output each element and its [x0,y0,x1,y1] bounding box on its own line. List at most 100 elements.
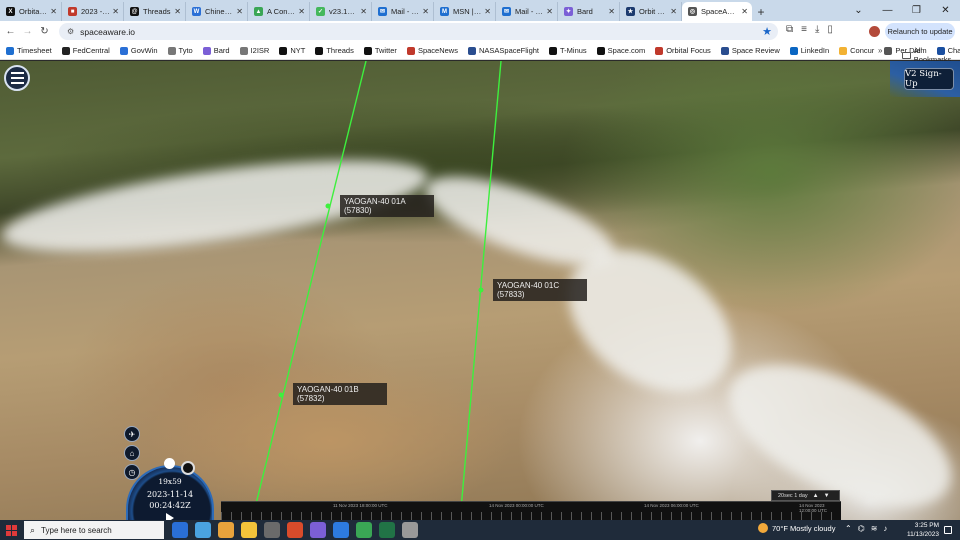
side-panel-icon[interactable]: ▯ [827,24,833,35]
bookmark-item[interactable]: T-Minus [549,46,587,55]
browser-tab[interactable]: @ Threads ✕ [124,2,186,21]
network-icon[interactable]: ⌬ [858,524,865,533]
browser-tab[interactable]: X Orbital Focu✕ [0,2,62,21]
tab-close-icon[interactable]: ✕ [298,7,305,16]
play-icon[interactable] [166,513,174,520]
browser-tab[interactable]: ★ Orbit Data✕ [620,2,682,21]
bookmark-item[interactable]: Space.com [596,46,645,55]
close-window-button[interactable]: ✕ [931,0,960,21]
browser-tab[interactable]: M MSN | Outlo✕ [434,2,496,21]
tab-close-icon[interactable]: ✕ [608,7,615,16]
bookmark-item[interactable]: FedCentral [61,46,110,55]
taskbar-app-icon[interactable] [264,522,280,538]
speed-up-icon[interactable]: ▲ [813,493,819,499]
tab-close-icon[interactable]: ✕ [484,7,491,16]
tab-close-icon[interactable]: ✕ [546,7,553,16]
bookmark-item[interactable]: Tyto [167,46,193,55]
satellite-tool-icon[interactable]: ✈ [124,426,140,442]
tab-close-icon[interactable]: ✕ [112,7,119,16]
taskbar-app-icon[interactable] [195,522,211,538]
extensions-icon[interactable]: ⧉ [786,24,793,35]
tray-overflow-icon[interactable]: ⌃ [845,524,852,533]
tab-close-icon[interactable]: ✕ [174,7,181,16]
bookmark-item[interactable]: NASASpaceFlight [467,46,539,55]
browser-tab[interactable]: ✦ Bard ✕ [558,2,620,21]
bookmark-item[interactable]: Concur [839,46,874,55]
tab-close-icon[interactable]: ✕ [741,7,748,16]
tab-close-icon[interactable]: ✕ [422,7,429,16]
main-menu-button[interactable] [4,65,30,91]
taskbar-app-icon[interactable] [379,522,395,538]
bookmark-item[interactable]: Orbital Focus [655,46,711,55]
satellite-label-01a[interactable]: YAOGAN-40 01A (57830) [340,195,434,217]
bookmark-favicon-icon [884,46,893,55]
bookmark-star-icon[interactable]: ★ [762,25,772,38]
taskbar-app-icon[interactable] [402,522,418,538]
satellite-label-01b[interactable]: YAOGAN-40 01B (57832) [293,383,387,405]
bookmarks-overflow-button[interactable]: » [878,46,882,55]
start-button[interactable] [0,520,22,540]
bookmark-item[interactable]: Space Review [720,46,780,55]
browser-tab[interactable]: ✉ Mail - Greg✕ [372,2,434,21]
tab-favicon-icon: M [440,7,449,16]
tab-close-icon[interactable]: ✕ [670,7,677,16]
relaunch-button[interactable]: Relaunch to update [885,23,955,40]
wifi-icon[interactable]: ≋ [871,524,878,533]
maximize-button[interactable]: ❐ [902,0,931,21]
time-dial-knob[interactable] [164,458,175,469]
bookmark-item[interactable]: LinkedIn [789,46,829,55]
weather-widget[interactable]: 70°F Mostly cloudy [758,523,835,533]
notification-icon[interactable] [944,526,952,534]
taskbar-app-icon[interactable] [333,522,349,538]
globe-viewport[interactable]: V2 Sign-Up YAOGAN-40 01A (57830) YAOGAN-… [0,61,960,520]
taskbar-search-input[interactable]: ⌕ Type here to search [24,521,164,539]
windows-logo-icon [5,524,11,530]
taskbar-app-icon[interactable] [241,522,257,538]
bookmark-item[interactable]: Threads [315,46,354,55]
back-arrow-icon[interactable]: ← [4,26,17,37]
home-icon[interactable]: ⌂ [124,445,140,461]
bookmark-item[interactable]: I2ISR [239,46,269,55]
taskbar-app-icon[interactable] [218,522,234,538]
forward-arrow-icon[interactable]: → [21,26,34,37]
bookmark-item[interactable]: NYT [279,46,305,55]
download-icon[interactable]: ⤓ [815,24,819,35]
browser-tab[interactable]: ✓ v23.10.1 Tim✕ [310,2,372,21]
bookmark-item[interactable]: Timesheet [6,46,52,55]
new-tab-button[interactable]: + [752,2,770,21]
bookmark-item[interactable]: Twitter [363,46,397,55]
browser-tab[interactable]: ■ 2023 - Satell✕ [62,2,124,21]
tab-close-icon[interactable]: ✕ [236,7,243,16]
tab-search-icon[interactable]: ⌄ [844,0,873,21]
taskbar-app-icon[interactable] [310,522,326,538]
timeline-bar[interactable]: 11 Nov 2023 18:00:00 UTC 14 Nov 2023 00:… [221,501,841,520]
bookmark-item[interactable]: SpaceNews [406,46,458,55]
speed-down-icon[interactable]: ▼ [824,493,830,499]
minimize-button[interactable]: — [873,0,902,21]
satellite-marker-01b[interactable] [278,392,284,398]
browser-tab[interactable]: W Chinese Laun✕ [186,2,248,21]
reading-list-icon[interactable]: ≡ [801,24,807,35]
taskbar-app-icon[interactable] [356,522,372,538]
browser-tab[interactable]: ▲ A Conversati✕ [248,2,310,21]
bookmark-item[interactable]: Bard [202,46,230,55]
timeline-speed-control[interactable]: 20sec 1 day ▲ ▼ [771,490,840,501]
browser-tab[interactable]: ✉ Mail - Greg✕ [496,2,558,21]
taskbar-app-icon[interactable] [287,522,303,538]
profile-avatar[interactable] [869,26,880,37]
satellite-marker-01a[interactable] [325,203,331,209]
site-info-icon[interactable]: ⚙ [67,27,74,36]
satellite-label-01c[interactable]: YAOGAN-40 01C (57833) [493,279,587,301]
url-input[interactable]: ⚙ spaceaware.io ★ [59,23,778,40]
signup-button[interactable]: V2 Sign-Up [904,68,954,90]
time-speed-knob[interactable] [181,461,195,475]
browser-tab[interactable]: ◎ SpaceAware ✕ [682,2,752,21]
tab-close-icon[interactable]: ✕ [50,7,57,16]
reload-icon[interactable]: ↻ [38,26,51,37]
bookmark-item[interactable]: GovWin [119,46,158,55]
volume-icon[interactable]: ♪ [883,524,887,533]
tab-close-icon[interactable]: ✕ [360,7,367,16]
system-clock[interactable]: 3:25 PM 11/13/2023 [903,521,939,539]
taskbar-app-icon[interactable] [172,522,188,538]
satellite-marker-01c[interactable] [478,287,484,293]
